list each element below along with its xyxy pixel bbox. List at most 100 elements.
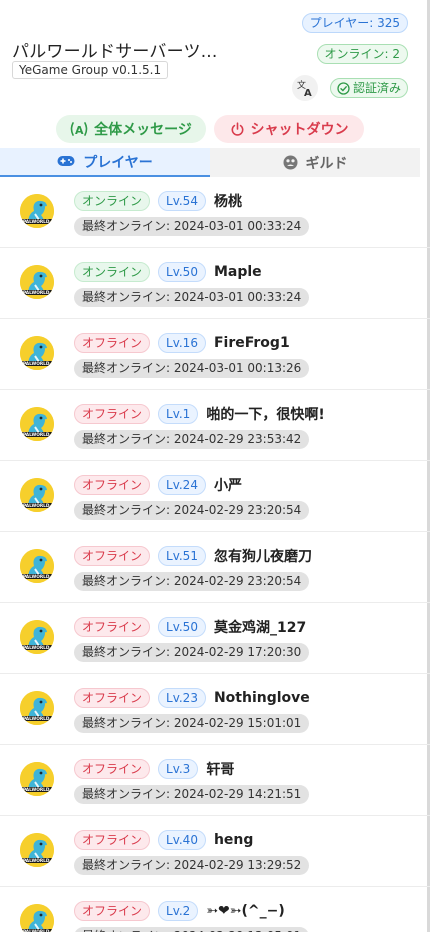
player-name: 轩哥: [206, 762, 235, 778]
shield-check-icon: [337, 81, 350, 95]
player-row-header: オフライン Lv.1 啪的一下，很快啊!: [74, 404, 325, 424]
player-name: Maple: [213, 264, 262, 280]
tab-players-label: プレイヤー: [83, 154, 153, 171]
svg-text:PALWORLD: PALWORLD: [23, 503, 50, 509]
player-name: FireFrog1: [213, 335, 290, 351]
level-badge: Lv.40: [158, 830, 206, 850]
level-badge: Lv.3: [158, 759, 199, 779]
player-list: PALWORLD オンライン Lv.54 杨桃 最終オンライン: 2024-03…: [0, 177, 430, 932]
player-row[interactable]: PALWORLD オフライン Lv.24 小严 最終オンライン: 2024-02…: [0, 461, 430, 532]
status-badge: オフライン: [74, 901, 151, 921]
player-row[interactable]: PALWORLD オンライン Lv.54 杨桃 最終オンライン: 2024-03…: [0, 177, 430, 248]
status-badge: オンライン: [74, 262, 151, 282]
avatar: PALWORLD: [20, 265, 54, 299]
player-row[interactable]: PALWORLD オフライン Lv.50 莫金鸡湖_127 最終オンライン: 2…: [0, 603, 430, 674]
pal-avatar-icon: PALWORLD: [20, 194, 54, 228]
gamepad-icon: [57, 156, 75, 166]
player-row-header: オンライン Lv.50 Maple: [74, 262, 262, 282]
last-online-badge: 最終オンライン: 2024-02-29 17:20:30: [74, 643, 310, 662]
player-row[interactable]: PALWORLD オフライン Lv.3 轩哥 最終オンライン: 2024-02-…: [0, 745, 430, 816]
last-online-badge: 最終オンライン: 2024-02-29 15:01:01: [74, 714, 310, 733]
player-name: heng: [213, 832, 254, 848]
player-row[interactable]: PALWORLD オフライン Lv.23 Nothinglove 最終オンライン…: [0, 674, 430, 745]
player-row-header: オフライン Lv.40 heng: [74, 830, 253, 850]
last-online-badge: 最終オンライン: 2024-03-01 00:33:24: [74, 217, 310, 236]
level-badge: Lv.16: [158, 333, 206, 353]
pal-avatar-icon: PALWORLD: [20, 620, 54, 654]
avatar: PALWORLD: [20, 407, 54, 441]
power-icon: [231, 121, 243, 136]
server-title: パルワールドサーバーツ...: [12, 42, 218, 62]
level-badge: Lv.51: [158, 546, 206, 566]
player-name: 莫金鸡湖_127: [213, 620, 307, 636]
last-online-badge: 最終オンライン: 2024-02-29 13:29:52: [74, 856, 310, 875]
svg-text:PALWORLD: PALWORLD: [23, 361, 50, 367]
translate-button[interactable]: 文 A: [292, 75, 318, 101]
level-badge: Lv.54: [158, 191, 206, 211]
player-name: Nothinglove: [213, 690, 310, 706]
player-row-header: オフライン Lv.23 Nothinglove: [74, 688, 310, 708]
player-row-header: オフライン Lv.16 FireFrog1: [74, 333, 290, 353]
player-row[interactable]: PALWORLD オフライン Lv.2 ➳❤➳(^_−) 最終オンライン: 20…: [0, 887, 430, 932]
online-count-badge: オンライン: 2: [316, 44, 408, 64]
app: パルワールドサーバーツ... YeGame Group v0.1.5.1 プレイ…: [0, 0, 430, 932]
tab-guild-label: ギルド: [305, 155, 348, 172]
svg-text:PALWORLD: PALWORLD: [23, 219, 50, 225]
avatar: PALWORLD: [20, 336, 54, 370]
player-row-header: オフライン Lv.3 轩哥: [74, 759, 234, 779]
level-badge: Lv.1: [158, 404, 199, 424]
player-row[interactable]: PALWORLD オフライン Lv.40 heng 最終オンライン: 2024-…: [0, 816, 430, 887]
level-badge: Lv.50: [158, 262, 206, 282]
player-row[interactable]: PALWORLD オフライン Lv.16 FireFrog1 最終オンライン: …: [0, 319, 430, 390]
tab-guild[interactable]: ギルド: [210, 148, 420, 177]
status-badge: オフライン: [74, 617, 151, 637]
action-bar: A 全体メッセージ シャットダウン: [0, 108, 430, 148]
level-badge: Lv.24: [158, 475, 206, 495]
version-tag: YeGame Group v0.1.5.1: [12, 61, 169, 79]
status-badge: オフライン: [74, 688, 151, 708]
player-name: 小严: [213, 478, 242, 494]
avatar: PALWORLD: [20, 620, 54, 654]
player-row-header: オフライン Lv.2 ➳❤➳(^_−): [74, 901, 285, 921]
status-badge: オフライン: [74, 475, 151, 495]
pal-avatar-icon: PALWORLD: [20, 336, 54, 370]
player-row[interactable]: PALWORLD オフライン Lv.1 啪的一下，很快啊! 最終オンライン: 2…: [0, 390, 430, 461]
svg-text:PALWORLD: PALWORLD: [23, 645, 50, 651]
avatar: PALWORLD: [20, 762, 54, 796]
tab-players[interactable]: プレイヤー: [0, 148, 210, 177]
svg-text:PALWORLD: PALWORLD: [23, 787, 50, 793]
last-online-badge: 最終オンライン: 2024-02-29 23:20:54: [74, 572, 310, 591]
level-badge: Lv.23: [158, 688, 206, 708]
header: パルワールドサーバーツ... YeGame Group v0.1.5.1 プレイ…: [0, 0, 430, 108]
svg-text:PALWORLD: PALWORLD: [23, 716, 50, 722]
broadcast-icon: A: [70, 122, 88, 137]
player-name: ➳❤➳(^_−): [206, 903, 285, 919]
pal-avatar-icon: PALWORLD: [20, 407, 54, 441]
status-badge: オフライン: [74, 830, 151, 850]
pal-avatar-icon: PALWORLD: [20, 762, 54, 796]
status-badge: オフライン: [74, 546, 151, 566]
broadcast-button[interactable]: A 全体メッセージ: [56, 115, 206, 143]
translate-icon: 文 A: [297, 79, 312, 97]
status-badge: オフライン: [74, 404, 151, 424]
player-row-header: オフライン Lv.50 莫金鸡湖_127: [74, 617, 306, 637]
avatar: PALWORLD: [20, 691, 54, 725]
player-row[interactable]: PALWORLD オフライン Lv.51 忽有狗儿夜磨刀 最終オンライン: 20…: [0, 532, 430, 603]
level-badge: Lv.2: [158, 901, 199, 921]
verified-label: 認証済み: [352, 81, 401, 95]
last-online-badge: 最終オンライン: 2024-02-29 23:53:42: [74, 430, 310, 449]
status-badge: オフライン: [74, 759, 151, 779]
player-name: 忽有狗儿夜磨刀: [213, 549, 312, 565]
shutdown-button[interactable]: シャットダウン: [214, 115, 364, 143]
player-name: 杨桃: [213, 194, 242, 210]
guild-icon: [283, 155, 297, 170]
player-name: 啪的一下，很快啊!: [206, 407, 325, 423]
player-row[interactable]: PALWORLD オンライン Lv.50 Maple 最終オンライン: 2024…: [0, 248, 430, 319]
tab-bar: プレイヤー ギルド: [0, 148, 430, 177]
broadcast-label: 全体メッセージ: [94, 122, 192, 138]
pal-avatar-icon: PALWORLD: [20, 478, 54, 512]
last-online-badge: 最終オンライン: 2024-03-01 00:13:26: [74, 359, 310, 378]
svg-text:PALWORLD: PALWORLD: [23, 432, 50, 438]
pal-avatar-icon: PALWORLD: [20, 265, 54, 299]
svg-text:A: A: [75, 124, 84, 137]
